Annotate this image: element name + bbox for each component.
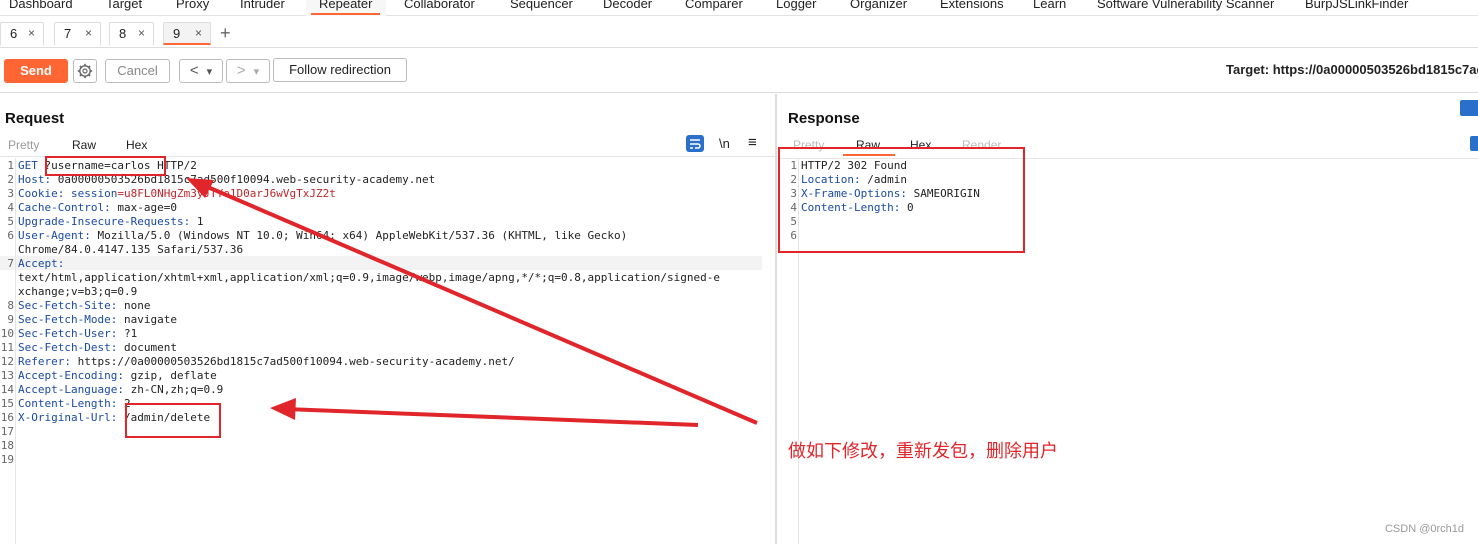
arrowhead-username xyxy=(186,178,214,198)
annotation-arrows xyxy=(186,178,758,427)
watermark: CSDN @0rch1d xyxy=(1384,523,1464,535)
arrowhead-original-url xyxy=(270,398,296,420)
arrow-to-username xyxy=(195,180,758,425)
arrow-to-original-url xyxy=(284,407,699,427)
annotation-text: 做如下修改，重新发包，删除用户 xyxy=(788,441,1058,461)
